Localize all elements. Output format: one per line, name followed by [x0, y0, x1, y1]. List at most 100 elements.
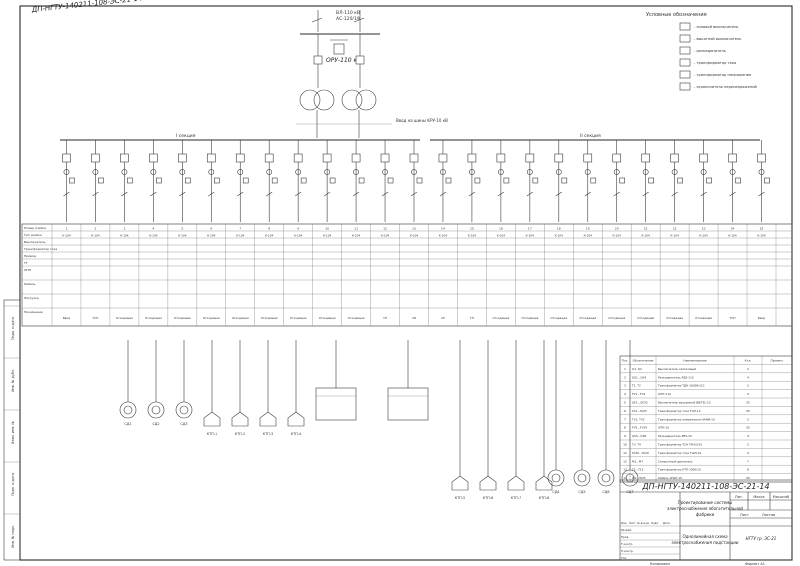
cell-purpose: Отходящая — [695, 316, 712, 320]
load-transformer: КТП-8 — [535, 340, 553, 500]
spec-name: Разъединитель РДЗ-110 — [658, 375, 694, 379]
cell-number: 2 — [94, 227, 96, 231]
cell-type: К-104 — [120, 234, 129, 238]
cell-type: К-104 — [62, 234, 71, 238]
spec-code: TA26...TA29 — [631, 451, 649, 455]
transformer-note: Ввод на шины КРУ-10 кВ — [396, 118, 448, 123]
switchgear-cell — [467, 140, 481, 222]
cell-purpose: Отходящая — [174, 316, 191, 320]
cell-breaker — [351, 153, 361, 163]
cell-type: К-104 — [149, 234, 158, 238]
cell-number: 15 — [470, 227, 474, 231]
cell-number: 21 — [644, 227, 648, 231]
spec-qty: 4 — [747, 375, 749, 379]
load-transformer: КТП-4 — [287, 340, 305, 436]
switchgear-cell — [91, 140, 104, 222]
cell-breaker — [235, 153, 245, 163]
cell-purpose: Отходящая — [116, 316, 133, 320]
spec-qty: 25 — [746, 476, 750, 480]
cell-surge-arrester — [474, 177, 481, 184]
cell-type: К-104 — [642, 234, 651, 238]
spec-qty: 25 — [746, 409, 750, 413]
spec-name: Трансформатор напряжения НАМИ-10 — [657, 417, 715, 421]
switchgear-cell — [525, 140, 539, 222]
drawing-line-2: электроснабжения подстанции — [672, 540, 739, 545]
spec-code: FV5...FV29 — [632, 426, 647, 430]
spec-qty: 7 — [747, 459, 749, 463]
spec-name: Разъединитель РВЗ-10 — [658, 434, 692, 438]
spec-code: W1...W25 — [632, 476, 646, 480]
cell-surge-arrester — [300, 177, 307, 184]
cell-type: К-104 — [410, 234, 419, 238]
cell-type: К-104 — [91, 234, 100, 238]
cell-purpose: Отходящая — [145, 316, 162, 320]
spec-code: QS5...QS8 — [632, 434, 646, 438]
cell-type: К-104 — [178, 234, 187, 238]
cell-number: 12 — [383, 227, 387, 231]
spec-header: Наименование — [683, 359, 706, 363]
table-row-label: Кабель — [24, 282, 36, 286]
motor-label: СД6 — [602, 490, 609, 494]
title-role-header: Лист — [629, 521, 636, 525]
cell-number: 6 — [210, 227, 212, 231]
spec-code: TA1...TA25 — [631, 409, 647, 413]
legend-symbol — [679, 46, 691, 55]
switchgear-cell — [293, 140, 307, 222]
spec-qty: 4 — [747, 451, 749, 455]
switchgear-cell — [149, 140, 162, 222]
title-staff-role: Пров. — [621, 535, 629, 539]
cell-surge-arrester — [98, 177, 104, 184]
cell-number: 18 — [557, 227, 561, 231]
spec-table: Поз. Обозначение Наименование Кол. Примеч. 1 Q… — [619, 355, 793, 483]
title-role-header: Дата — [663, 521, 670, 525]
cell-purpose: ТСН — [729, 316, 736, 320]
legend-symbol — [679, 82, 691, 91]
cell-breaker — [380, 153, 390, 163]
spec-header: Обозначение — [633, 359, 654, 363]
motor: СД6 — [597, 340, 615, 494]
spec-pos: 12 — [623, 459, 627, 463]
cell-breaker — [699, 153, 708, 163]
cell-number: 1 — [66, 227, 68, 231]
table-row-label: Назначение — [24, 310, 43, 314]
cell-number: 10 — [325, 227, 329, 231]
cell-surge-arrester — [242, 177, 249, 184]
cell-type: К-104 — [497, 234, 506, 238]
cell-type: К-104 — [613, 234, 622, 238]
transformer-label: КТП-2 — [235, 432, 245, 436]
cell-surge-arrester — [532, 177, 539, 184]
switchgear-cell — [583, 140, 597, 222]
cell-purpose: Отходящая — [608, 316, 625, 320]
cell-number: 8 — [268, 227, 270, 231]
cell-number: 5 — [181, 227, 183, 231]
cell-purpose: Отходящая — [579, 316, 596, 320]
spec-code: T3, T4 — [631, 443, 641, 447]
transformer-label: КТП-4 — [291, 432, 301, 436]
legend-item: - выкатной выключатель — [694, 37, 741, 41]
motor: СД2 — [147, 340, 165, 426]
cell-surge-arrester — [213, 177, 220, 184]
feeder-table: Номер ячейки Тип ячейки Выключатель Трансфо… — [21, 223, 793, 327]
switchgear-cell — [120, 140, 133, 222]
spec-qty: 4 — [747, 434, 749, 438]
cell-number: 20 — [615, 227, 619, 231]
spec-pos: 1 — [624, 367, 626, 371]
cell-purpose: ТСН — [92, 316, 99, 320]
spec-code: Q1, Q2 — [632, 367, 642, 371]
switchgear-cell — [554, 140, 568, 222]
drawing-line-1: Однолинейная схема — [682, 534, 728, 539]
legend-symbol — [679, 34, 691, 43]
supply-line-name: ВЛ-110 кВ — [336, 10, 360, 16]
transformer-t2 — [341, 89, 377, 138]
cell-breaker — [62, 153, 71, 163]
cell-type: К-104 — [584, 234, 593, 238]
spec-qty: 2 — [747, 384, 749, 388]
switchgear-cell — [178, 140, 191, 222]
cell-type: К-104 — [670, 234, 679, 238]
cell-number: 7 — [239, 227, 241, 231]
title-staff-role: Т.контр. — [620, 542, 633, 546]
cell-type: К-104 — [555, 234, 564, 238]
cell-type: К-104 — [265, 234, 274, 238]
spec-pos: 11 — [623, 451, 627, 455]
transformer-label: КТП-5 — [455, 496, 465, 500]
